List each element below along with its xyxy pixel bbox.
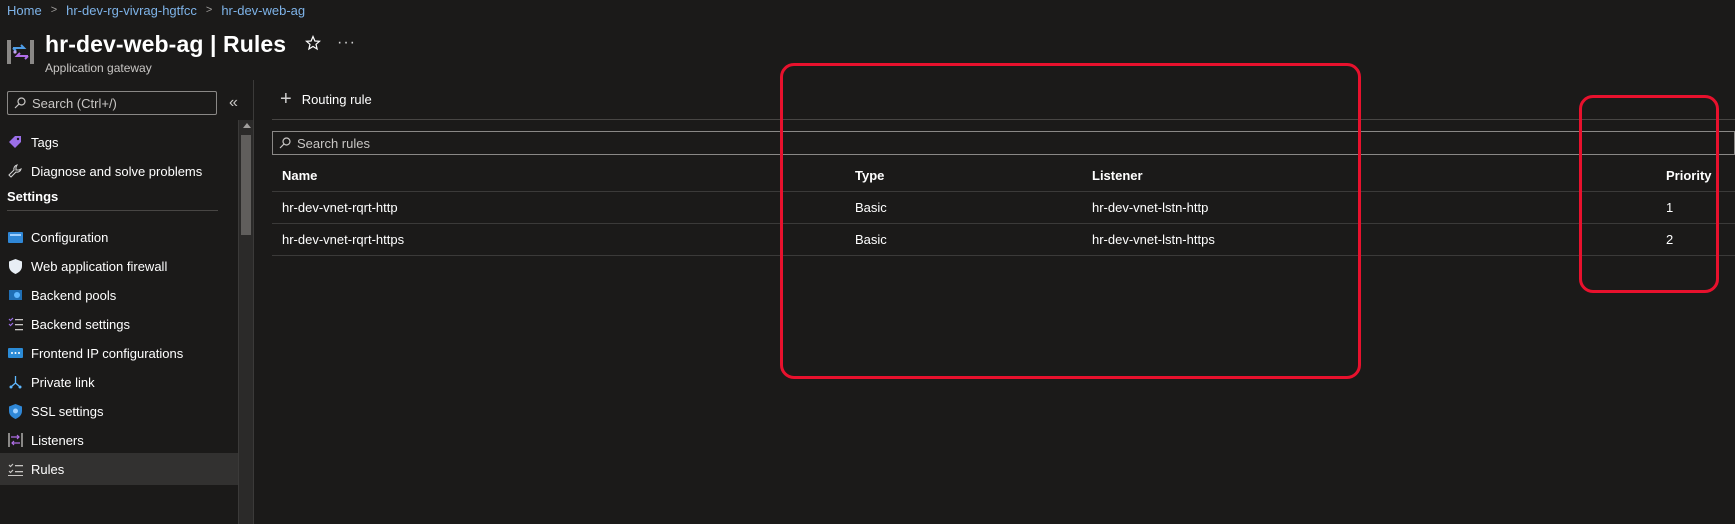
table-row[interactable]: hr-dev-vnet-rqrt-http Basic hr-dev-vnet-… bbox=[272, 192, 1735, 224]
breadcrumb-resource-group[interactable]: hr-dev-rg-vivrag-hgtfcc bbox=[66, 3, 197, 18]
sidebar-item-label: Configuration bbox=[31, 229, 109, 245]
rules-icon bbox=[7, 461, 23, 477]
sidebar-item-label: Rules bbox=[31, 461, 65, 477]
rule-type-cell: Basic bbox=[855, 232, 887, 247]
search-icon bbox=[279, 137, 291, 149]
rule-type-cell: Basic bbox=[855, 200, 887, 215]
table-header-row: Name Type Listener Priority bbox=[272, 160, 1735, 192]
listeners-icon bbox=[7, 432, 23, 448]
rule-listener-cell: hr-dev-vnet-lstn-http bbox=[1092, 200, 1209, 215]
sidebar-item-label: Frontend IP configurations bbox=[31, 345, 184, 361]
sidebar-item-label: Backend settings bbox=[31, 316, 131, 332]
sidebar-item-label: SSL settings bbox=[31, 403, 104, 419]
sidebar-item-backend-settings[interactable]: Backend settings bbox=[0, 308, 238, 340]
sidebar-item-listeners[interactable]: Listeners bbox=[0, 424, 238, 456]
rule-priority-cell: 1 bbox=[1666, 200, 1674, 215]
sidebar-item-label: Private link bbox=[31, 374, 95, 390]
sidebar-item-diagnose[interactable]: Diagnose and solve problems bbox=[0, 155, 238, 187]
breadcrumb-app-gateway[interactable]: hr-dev-web-ag bbox=[221, 3, 305, 18]
sidebar-item-rules[interactable]: Rules bbox=[0, 453, 238, 485]
scroll-up-icon[interactable] bbox=[243, 123, 251, 128]
chevron-right-icon: > bbox=[205, 4, 213, 16]
sidebar-item-label: Listeners bbox=[31, 432, 84, 448]
rule-listener-cell: hr-dev-vnet-lstn-https bbox=[1092, 232, 1215, 247]
wrench-icon bbox=[7, 163, 23, 179]
chevron-right-icon: > bbox=[50, 4, 58, 16]
page-subtitle: Application gateway bbox=[45, 61, 152, 75]
sidebar-item-private-link[interactable]: Private link bbox=[0, 366, 238, 398]
column-header-priority[interactable]: Priority bbox=[1666, 160, 1712, 192]
sidebar-item-label: Tags bbox=[31, 134, 59, 150]
rule-priority-cell: 2 bbox=[1666, 232, 1674, 247]
tag-icon bbox=[7, 134, 23, 150]
sidebar-border bbox=[253, 80, 254, 524]
rule-name-cell[interactable]: hr-dev-vnet-rqrt-https bbox=[282, 224, 404, 256]
breadcrumb-home[interactable]: Home bbox=[7, 3, 42, 18]
breadcrumb: Home > hr-dev-rg-vivrag-hgtfcc > hr-dev-… bbox=[7, 2, 305, 18]
table-row[interactable]: hr-dev-vnet-rqrt-https Basic hr-dev-vnet… bbox=[272, 224, 1735, 256]
rules-search-box[interactable] bbox=[272, 131, 1735, 155]
rule-name-cell[interactable]: hr-dev-vnet-rqrt-http bbox=[282, 192, 398, 224]
sidebar-search[interactable] bbox=[7, 91, 217, 115]
sidebar-item-waf[interactable]: Web application firewall bbox=[0, 250, 238, 282]
rules-table: Name Type Listener Priority hr-dev-vnet-… bbox=[272, 160, 1735, 256]
plus-icon: + bbox=[280, 88, 292, 110]
sidebar-item-frontend-ip[interactable]: Frontend IP configurations bbox=[0, 337, 238, 369]
column-header-listener[interactable]: Listener bbox=[1092, 160, 1143, 192]
column-header-type[interactable]: Type bbox=[855, 160, 884, 192]
scrollbar-thumb[interactable] bbox=[241, 135, 251, 235]
more-options-icon[interactable]: ··· bbox=[337, 34, 356, 52]
add-routing-rule-label: Routing rule bbox=[301, 91, 372, 107]
ssl-shield-icon bbox=[7, 403, 23, 419]
application-gateway-icon bbox=[7, 40, 34, 64]
sidebar-item-tags[interactable]: Tags bbox=[0, 126, 238, 158]
sidebar-section-settings: Settings bbox=[7, 189, 59, 204]
add-routing-rule-button[interactable]: + Routing rule bbox=[280, 88, 372, 110]
rules-search-input[interactable] bbox=[297, 135, 697, 151]
collapse-sidebar-icon[interactable]: « bbox=[229, 94, 238, 112]
backend-pools-icon bbox=[7, 287, 23, 303]
frontend-ip-icon bbox=[7, 345, 23, 361]
column-header-name[interactable]: Name bbox=[282, 160, 317, 192]
sidebar-search-input[interactable] bbox=[32, 95, 212, 111]
sidebar-item-ssl-settings[interactable]: SSL settings bbox=[0, 395, 238, 427]
page-title: hr-dev-web-ag | Rules bbox=[45, 31, 287, 57]
sidebar-item-label: Diagnose and solve problems bbox=[31, 163, 203, 179]
sidebar-item-backend-pools[interactable]: Backend pools bbox=[0, 279, 238, 311]
star-icon[interactable] bbox=[305, 35, 321, 51]
sidebar-item-label: Backend pools bbox=[31, 287, 117, 303]
sidebar-divider bbox=[7, 210, 218, 211]
list-settings-icon bbox=[7, 316, 23, 332]
search-icon bbox=[14, 97, 26, 109]
private-link-icon bbox=[7, 374, 23, 390]
sidebar-item-configuration[interactable]: Configuration bbox=[0, 221, 238, 253]
sidebar: « Tags Diagnose and solve problems Setti… bbox=[0, 80, 254, 524]
shield-icon bbox=[7, 258, 23, 274]
sidebar-item-label: Web application firewall bbox=[31, 258, 168, 274]
command-bar-divider bbox=[272, 119, 1735, 120]
configuration-icon bbox=[7, 229, 23, 245]
sidebar-scrollbar[interactable] bbox=[238, 120, 254, 524]
